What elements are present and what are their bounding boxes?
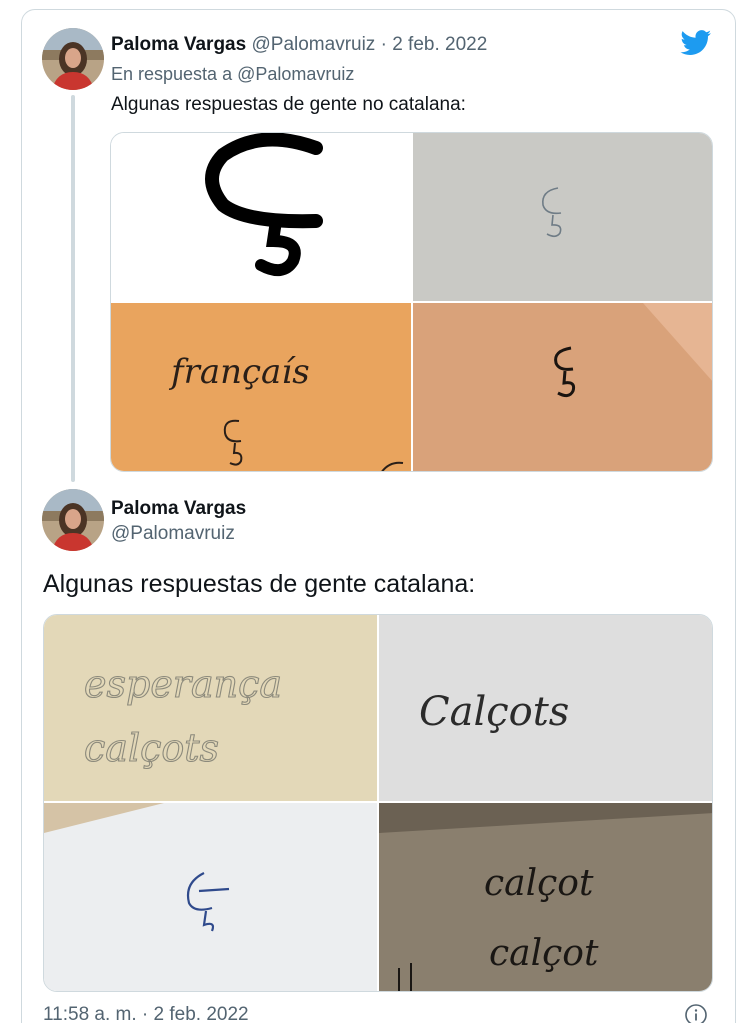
avatar[interactable] [42, 489, 104, 551]
photo-1[interactable] [111, 133, 411, 301]
author-handle[interactable]: @Palomavruiz [251, 34, 375, 55]
photo-2-line1: Calçots [419, 689, 569, 735]
main-image-grid: esperança calçots Calçots calçot calçot [43, 614, 713, 992]
separator: · [380, 34, 387, 55]
photo-4-line2: calçot [489, 933, 599, 974]
photo-4-line1: calçot [484, 863, 594, 904]
info-icon[interactable] [684, 1003, 708, 1023]
reply-image-grid: françaís [110, 132, 713, 472]
avatar[interactable] [42, 28, 104, 90]
author-name[interactable]: Paloma Vargas [111, 34, 246, 55]
photo-3[interactable] [44, 803, 377, 991]
photo-3-caption: françaís [168, 352, 310, 392]
photo-2[interactable] [413, 133, 712, 301]
photo-1-line2: calçots [84, 726, 219, 770]
reply-tweet-text: Algunas respuestas de gente no catalana: [111, 94, 466, 115]
reply-prefix: En respuesta a [111, 64, 233, 84]
photo-4[interactable] [413, 303, 712, 471]
main-tweet-text: Algunas respuestas de gente catalana: [43, 570, 476, 598]
tweet-timestamp[interactable]: 11:58 a. m. · 2 feb. 2022 [43, 1003, 249, 1023]
twitter-bird-icon[interactable] [680, 30, 712, 56]
photo-4[interactable]: calçot calçot [379, 803, 712, 991]
photo-2[interactable]: Calçots [379, 615, 712, 801]
photo-1-line1: esperança [84, 662, 282, 706]
photo-1[interactable]: esperança calçots [44, 615, 377, 801]
reply-tweet-header: Paloma Vargas @Palomavruiz · 2 feb. 2022 [111, 33, 487, 57]
author-handle[interactable]: @Palomavruiz [111, 522, 235, 546]
replying-to: En respuesta a @Palomavruiz [111, 62, 354, 86]
tweet-date[interactable]: 2 feb. 2022 [392, 34, 487, 55]
author-name[interactable]: Paloma Vargas [111, 497, 246, 521]
thread-connector-line [71, 95, 75, 482]
photo-3[interactable]: françaís [111, 303, 411, 471]
reply-mention-link[interactable]: @Palomavruiz [237, 64, 354, 84]
